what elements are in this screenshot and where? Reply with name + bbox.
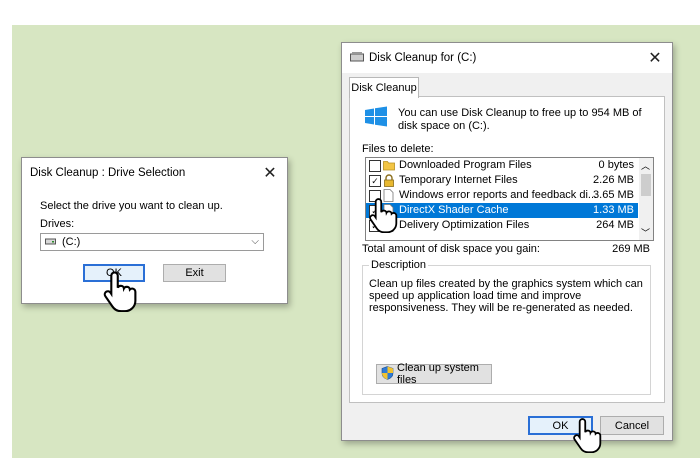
drives-label: Drives: xyxy=(40,218,75,230)
disk-cleanup-title: Disk Cleanup for (C:) xyxy=(369,52,477,64)
file-name: DirectX Shader Cache xyxy=(399,204,509,216)
file-name: Delivery Optimization Files xyxy=(399,219,530,231)
list-scrollbar[interactable]: ︿ ﹀ xyxy=(639,158,653,240)
checkbox[interactable]: ✓ xyxy=(369,205,381,217)
drive-prompt: Select the drive you want to clean up. xyxy=(40,200,223,212)
file-size: 264 MB xyxy=(596,219,634,231)
file-icon xyxy=(383,189,395,202)
chevron-up-icon[interactable]: ︿ xyxy=(641,159,650,172)
list-item-selected[interactable]: ✓ DirectX Shader Cache 1.33 MB xyxy=(366,203,638,218)
description-text: Clean up files created by the graphics s… xyxy=(369,278,643,314)
chevron-down-icon: ⌵ xyxy=(251,236,259,247)
disk-cleanup-titlebar: Disk Cleanup for (C:) ✕ xyxy=(342,43,672,73)
list-item[interactable]: ✓ Temporary Internet Files 2.26 MB xyxy=(366,173,638,188)
drive-selection-dialog: Disk Cleanup : Drive Selection ✕ Select … xyxy=(21,157,288,304)
drive-selection-titlebar: Disk Cleanup : Drive Selection ✕ xyxy=(22,158,287,188)
exit-button[interactable]: Exit xyxy=(163,264,226,282)
file-name: Downloaded Program Files xyxy=(399,159,532,171)
checkbox[interactable]: ✓ xyxy=(369,220,381,232)
total-space-label: Total amount of disk space you gain: xyxy=(362,243,540,255)
ok-button[interactable]: OK xyxy=(528,416,593,435)
list-item[interactable]: ✓ Delivery Optimization Files 264 MB xyxy=(366,218,638,233)
drive-value: (C:) xyxy=(62,236,81,248)
drive-select[interactable]: (C:) ⌵ xyxy=(40,233,264,251)
file-name: Windows error reports and feedback di... xyxy=(399,189,598,201)
close-icon[interactable]: ✕ xyxy=(638,43,672,73)
ok-button[interactable]: OK xyxy=(83,264,145,282)
description-group: Description Clean up files created by th… xyxy=(362,259,651,395)
file-name: Temporary Internet Files xyxy=(399,174,518,186)
file-size: 2.26 MB xyxy=(593,174,634,186)
disk-cleanup-icon xyxy=(350,51,364,66)
checkbox[interactable] xyxy=(369,190,381,202)
chevron-down-icon[interactable]: ﹀ xyxy=(641,226,650,239)
file-icon xyxy=(383,219,395,232)
disk-cleanup-dialog: Disk Cleanup for (C:) ✕ Disk Cleanup You… xyxy=(341,42,673,441)
drive-icon xyxy=(45,236,56,249)
files-to-delete-label: Files to delete: xyxy=(362,143,434,155)
disk-cleanup-panel: You can use Disk Cleanup to free up to 9… xyxy=(349,96,665,403)
list-item[interactable]: Windows error reports and feedback di...… xyxy=(366,188,638,203)
scrollbar-thumb[interactable] xyxy=(641,174,651,196)
tab-disk-cleanup[interactable]: Disk Cleanup xyxy=(349,77,419,98)
checkbox[interactable] xyxy=(369,160,381,172)
file-size: 3.65 MB xyxy=(593,189,634,201)
description-label: Description xyxy=(369,259,429,271)
lock-icon xyxy=(383,174,395,187)
file-size: 0 bytes xyxy=(598,159,634,171)
clean-up-system-files-button[interactable]: Clean up system files xyxy=(376,362,492,386)
file-icon xyxy=(383,204,395,217)
windows-logo-icon xyxy=(363,105,389,132)
cancel-button[interactable]: Cancel xyxy=(600,416,664,435)
clean-up-system-files-label: Clean up system files xyxy=(397,362,479,386)
total-space-value: 269 MB xyxy=(612,243,650,255)
shield-icon xyxy=(381,365,394,383)
drive-selection-title: Disk Cleanup : Drive Selection xyxy=(30,167,186,179)
close-icon[interactable]: ✕ xyxy=(253,158,287,188)
files-to-delete-list[interactable]: Downloaded Program Files 0 bytes ✓ Tempo… xyxy=(365,157,654,241)
folder-icon xyxy=(383,159,395,172)
checkbox[interactable]: ✓ xyxy=(369,175,381,187)
info-text: You can use Disk Cleanup to free up to 9… xyxy=(398,107,642,132)
list-item[interactable]: Downloaded Program Files 0 bytes xyxy=(366,158,638,173)
file-size: 1.33 MB xyxy=(593,204,634,216)
